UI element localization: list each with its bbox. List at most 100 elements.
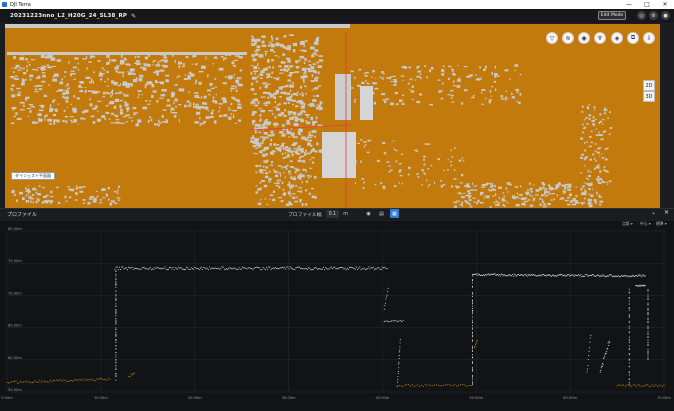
- profile-point: [91, 378, 93, 380]
- profile-point: [225, 268, 228, 270]
- screenshot-icon[interactable]: ◎: [637, 11, 646, 20]
- profile-option-0[interactable]: 点群 ▾: [622, 221, 633, 227]
- profile-point: [115, 374, 117, 376]
- pencil-icon[interactable]: ✎: [131, 13, 136, 20]
- save-icon[interactable]: ▤: [377, 209, 386, 218]
- profile-point: [506, 275, 508, 277]
- profile-chart-svg: 55.00m 60.00m 65.00m 70.00m 75.00m 80.00m 0.00…: [1, 227, 671, 400]
- view-2d-button[interactable]: 2D: [643, 80, 655, 91]
- filter-icon[interactable]: ▽: [546, 32, 558, 44]
- maximize-button[interactable]: □: [638, 0, 656, 9]
- profile-point: [356, 268, 359, 271]
- profile-point: [383, 308, 385, 310]
- profile-point: [303, 268, 305, 270]
- profile-point: [115, 273, 117, 275]
- profile-point: [628, 379, 630, 381]
- locate-icon[interactable]: ◉: [578, 32, 590, 44]
- export-icon[interactable]: ⇩: [643, 32, 655, 44]
- eye-icon[interactable]: ◉: [364, 209, 373, 218]
- point-cloud-canvas[interactable]: [5, 24, 660, 208]
- y-tick-label: 55.00m: [8, 388, 22, 392]
- profile-point: [350, 267, 352, 269]
- profile-point: [636, 275, 638, 277]
- user-icon[interactable]: ●: [661, 11, 670, 20]
- profile-point: [326, 267, 328, 269]
- profile-point: [207, 269, 209, 271]
- profile-point: [647, 353, 649, 355]
- profile-point: [72, 380, 74, 382]
- profile-width-control: プロファイル幅 0.1 m: [288, 208, 348, 220]
- measure-icon[interactable]: ◈: [611, 32, 623, 44]
- profile-point: [644, 284, 646, 286]
- profile-point: [537, 275, 540, 277]
- profile-point: [115, 351, 117, 353]
- profile-point: [179, 267, 181, 269]
- profile-point: [647, 319, 649, 321]
- profile-point: [471, 354, 474, 356]
- profile-point: [309, 267, 311, 269]
- profile-point: [115, 290, 117, 292]
- view-3d-button[interactable]: 3D: [643, 91, 655, 102]
- profile-point: [497, 274, 499, 276]
- profile-point: [613, 276, 615, 278]
- profile-point: [398, 361, 400, 363]
- profile-point: [368, 266, 370, 268]
- profile-width-input[interactable]: 0.1: [325, 210, 340, 218]
- profile-point: [639, 384, 641, 386]
- profile-point: [400, 385, 402, 387]
- grid-icon[interactable]: ▦: [390, 209, 399, 218]
- close-panel-icon[interactable]: ✕: [664, 209, 669, 216]
- profile-point: [647, 317, 649, 319]
- profile-point: [42, 380, 44, 382]
- profile-point: [504, 274, 506, 276]
- profile-point: [285, 268, 287, 270]
- profile-point: [219, 268, 221, 271]
- edit-mode-button[interactable]: Edit Mode: [598, 11, 626, 20]
- profile-point: [380, 268, 382, 270]
- point-cloud-map-view[interactable]: [5, 24, 660, 208]
- minimize-button[interactable]: —: [620, 0, 638, 9]
- profile-point: [115, 297, 117, 299]
- profile-point: [139, 268, 141, 270]
- profile-point: [397, 379, 399, 381]
- profile-point: [284, 266, 286, 268]
- profile-point: [647, 298, 649, 300]
- profile-point: [500, 273, 502, 275]
- marker-icon[interactable]: ♆: [594, 32, 606, 44]
- profile-point: [531, 274, 533, 277]
- profile-point: [306, 268, 308, 271]
- profile-point: [115, 275, 117, 277]
- profile-point: [147, 268, 149, 270]
- profile-point: [353, 267, 355, 269]
- profile-title: プロファイル: [7, 212, 38, 218]
- profile-chart[interactable]: 55.00m 60.00m 65.00m 70.00m 75.00m 80.00m 0.00…: [0, 221, 674, 411]
- profile-point: [102, 379, 104, 381]
- profile-point: [55, 379, 57, 381]
- profile-point: [603, 357, 605, 359]
- profile-point: [465, 385, 467, 387]
- profile-point: [274, 267, 277, 269]
- profile-point: [58, 379, 60, 381]
- profile-point: [155, 267, 157, 269]
- profile-option-2[interactable]: 標準 ▾: [656, 221, 667, 227]
- profile-point: [471, 307, 474, 310]
- profile-point: [603, 274, 605, 276]
- settings-icon[interactable]: ⚙: [649, 11, 658, 20]
- profile-point: [467, 385, 469, 387]
- chevron-down-icon[interactable]: ⌄: [651, 209, 656, 216]
- layers-icon[interactable]: ≋: [562, 32, 574, 44]
- profile-point: [125, 267, 127, 269]
- profile-point: [198, 269, 200, 271]
- crop-icon[interactable]: ⧉: [627, 32, 639, 44]
- profile-point: [249, 267, 252, 270]
- profile-point: [142, 267, 144, 269]
- profile-point: [517, 273, 520, 276]
- profile-point: [617, 274, 619, 276]
- close-button[interactable]: ✕: [656, 0, 674, 9]
- profile-option-1[interactable]: 中心 ▾: [640, 221, 651, 227]
- profile-point: [115, 358, 117, 360]
- profile-point: [623, 274, 625, 276]
- profile-point: [182, 268, 184, 270]
- profile-point: [634, 275, 636, 277]
- profile-point: [633, 275, 635, 277]
